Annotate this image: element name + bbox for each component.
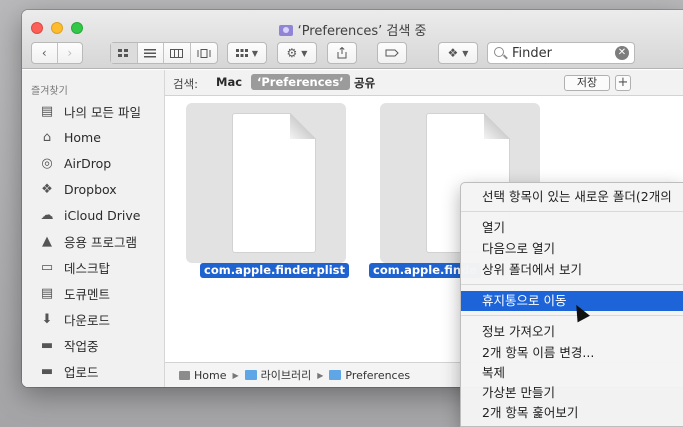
search-icon bbox=[494, 47, 504, 57]
icon-view-button[interactable] bbox=[111, 43, 138, 63]
folder-icon bbox=[244, 370, 257, 380]
arrange-button[interactable]: ▼ bbox=[227, 42, 267, 64]
column-view-button[interactable] bbox=[164, 43, 191, 63]
path-item[interactable]: Preferences bbox=[345, 369, 410, 382]
menu-item-get-info[interactable]: 정보 가져오기 bbox=[461, 322, 683, 342]
sidebar-item-work[interactable]: ▬ 작업중 bbox=[38, 335, 99, 355]
titlebar: ‘Preferences’ 검색 중 ‹ › ▼ ⚙ ▼ ❖ ▼ Finder … bbox=[22, 10, 683, 69]
scope-mac[interactable]: Mac bbox=[216, 75, 242, 89]
file-item[interactable] bbox=[186, 103, 346, 263]
share-icon bbox=[337, 47, 347, 59]
sidebar-item-dropbox[interactable]: ❖ Dropbox bbox=[38, 179, 117, 199]
scope-label: 검색: bbox=[173, 77, 199, 91]
menu-item-quick-look[interactable]: 2개 항목 훑어보기 bbox=[461, 403, 683, 423]
path-arrow-icon: ▶ bbox=[317, 370, 324, 380]
cloud-icon: ☁ bbox=[40, 207, 54, 223]
menu-separator bbox=[461, 211, 683, 212]
sidebar-item-label: 다운로드 bbox=[64, 312, 111, 328]
sidebar-header: 즐겨찾기 bbox=[31, 86, 68, 97]
home-icon: ⌂ bbox=[42, 129, 52, 145]
scope-shared[interactable]: 공유 bbox=[354, 75, 375, 91]
search-input[interactable]: Finder bbox=[512, 46, 552, 61]
menu-separator bbox=[461, 315, 683, 316]
sidebar-item-upload[interactable]: ▬ 업로드 bbox=[38, 361, 99, 381]
path-item[interactable]: 라이브러리 bbox=[261, 367, 312, 383]
sidebar: 즐겨찾기 ▤ 나의 모든 파일 ⌂ Home ◎ AirDrop ❖ Dropbox ☁… bbox=[22, 70, 165, 387]
folder-icon bbox=[329, 370, 342, 380]
tags-button[interactable] bbox=[377, 42, 407, 64]
sidebar-item-label: 응용 프로그램 bbox=[64, 234, 137, 250]
menu-item-make-alias[interactable]: 가상본 만들기 bbox=[461, 383, 683, 403]
sidebar-item-label: 도큐멘트 bbox=[64, 286, 111, 302]
sidebar-item-label: 나의 모든 파일 bbox=[64, 104, 141, 120]
menu-separator bbox=[461, 284, 683, 285]
save-search-button[interactable]: 저장 bbox=[564, 75, 610, 91]
action-menu-button[interactable]: ⚙ ▼ bbox=[277, 42, 317, 64]
downloads-icon: ⬇ bbox=[41, 311, 53, 327]
window-title: ‘Preferences’ 검색 중 bbox=[297, 24, 427, 39]
sidebar-item-label: Dropbox bbox=[64, 181, 117, 197]
sidebar-item-all-files[interactable]: ▤ 나의 모든 파일 bbox=[38, 101, 141, 121]
path-arrow-icon: ▶ bbox=[232, 370, 239, 380]
sidebar-item-label: 작업중 bbox=[64, 338, 99, 354]
sidebar-item-airdrop[interactable]: ◎ AirDrop bbox=[38, 153, 111, 173]
share-button[interactable] bbox=[327, 42, 357, 64]
sidebar-item-downloads[interactable]: ⬇ 다운로드 bbox=[38, 309, 110, 329]
path-item[interactable]: Home bbox=[194, 369, 226, 382]
chevron-down-icon: ▼ bbox=[462, 48, 469, 58]
scope-preferences[interactable]: ‘Preferences’ bbox=[251, 74, 350, 90]
arrange-icon bbox=[235, 48, 248, 57]
document-icon bbox=[232, 113, 316, 253]
list-view-button[interactable] bbox=[138, 43, 164, 63]
navigation-segment: ‹ › bbox=[31, 42, 83, 64]
columns-icon bbox=[170, 48, 184, 58]
search-scope-bar: 검색: Mac ‘Preferences’ 공유 저장 + bbox=[165, 70, 683, 96]
all-files-icon: ▤ bbox=[40, 103, 54, 119]
back-button[interactable]: ‹ bbox=[32, 43, 58, 63]
dropbox-icon: ❖ bbox=[447, 46, 459, 60]
sidebar-item-documents[interactable]: ▤ 도큐멘트 bbox=[38, 283, 110, 303]
clear-search-icon[interactable]: ✕ bbox=[615, 46, 629, 60]
menu-item-duplicate[interactable]: 복제 bbox=[461, 363, 683, 383]
applications-icon: ▲ bbox=[42, 233, 52, 249]
grid-icon bbox=[118, 48, 129, 57]
sidebar-item-label: iCloud Drive bbox=[64, 207, 141, 223]
home-icon bbox=[179, 370, 190, 380]
folder-icon: ▬ bbox=[40, 337, 54, 353]
forward-button[interactable]: › bbox=[58, 43, 83, 63]
folder-icon: ▬ bbox=[40, 363, 54, 379]
sidebar-item-desktop[interactable]: ▭ 데스크탑 bbox=[38, 257, 110, 277]
chevron-down-icon: ▼ bbox=[301, 48, 308, 58]
menu-item-open-with[interactable]: 다음으로 열기 bbox=[461, 239, 683, 259]
airdrop-icon: ◎ bbox=[41, 155, 53, 171]
view-mode-segment bbox=[110, 42, 218, 64]
coverflow-icon bbox=[197, 48, 211, 58]
dropbox-icon: ❖ bbox=[41, 181, 53, 197]
desktop-icon: ▭ bbox=[40, 259, 54, 275]
menu-item-rename[interactable]: 2개 항목 이름 변경... bbox=[461, 343, 683, 363]
dropbox-toolbar-button[interactable]: ❖ ▼ bbox=[438, 42, 478, 64]
list-icon bbox=[144, 48, 157, 57]
chevron-down-icon: ▼ bbox=[251, 48, 259, 58]
sidebar-item-label: AirDrop bbox=[64, 155, 112, 171]
documents-icon: ▤ bbox=[40, 285, 54, 301]
sidebar-item-home[interactable]: ⌂ Home bbox=[38, 127, 101, 147]
window-title-wrap: ‘Preferences’ 검색 중 bbox=[22, 20, 683, 39]
gear-icon: ⚙ bbox=[286, 46, 298, 60]
sidebar-item-icloud[interactable]: ☁ iCloud Drive bbox=[38, 205, 141, 225]
menu-item-open[interactable]: 열기 bbox=[461, 218, 683, 238]
sidebar-item-label: Home bbox=[64, 129, 101, 145]
menu-item-new-folder-with-selection[interactable]: 선택 항목이 있는 새로운 폴더(2개의 bbox=[461, 187, 683, 207]
tag-icon bbox=[385, 49, 399, 57]
sidebar-item-applications[interactable]: ▲ 응용 프로그램 bbox=[38, 231, 137, 251]
smart-folder-icon bbox=[278, 25, 293, 36]
file-name[interactable]: com.apple.finder.plist bbox=[200, 263, 350, 278]
sidebar-item-label: 데스크탑 bbox=[64, 260, 111, 276]
add-criteria-button[interactable]: + bbox=[615, 75, 631, 91]
context-menu: 선택 항목이 있는 새로운 폴더(2개의 열기 다음으로 열기 상위 폴더에서 … bbox=[460, 182, 683, 427]
menu-item-show-in-enclosing-folder[interactable]: 상위 폴더에서 보기 bbox=[461, 260, 683, 280]
search-field[interactable]: Finder ✕ bbox=[487, 42, 635, 64]
sidebar-item-label: 업로드 bbox=[64, 364, 99, 380]
coverflow-view-button[interactable] bbox=[191, 43, 217, 63]
